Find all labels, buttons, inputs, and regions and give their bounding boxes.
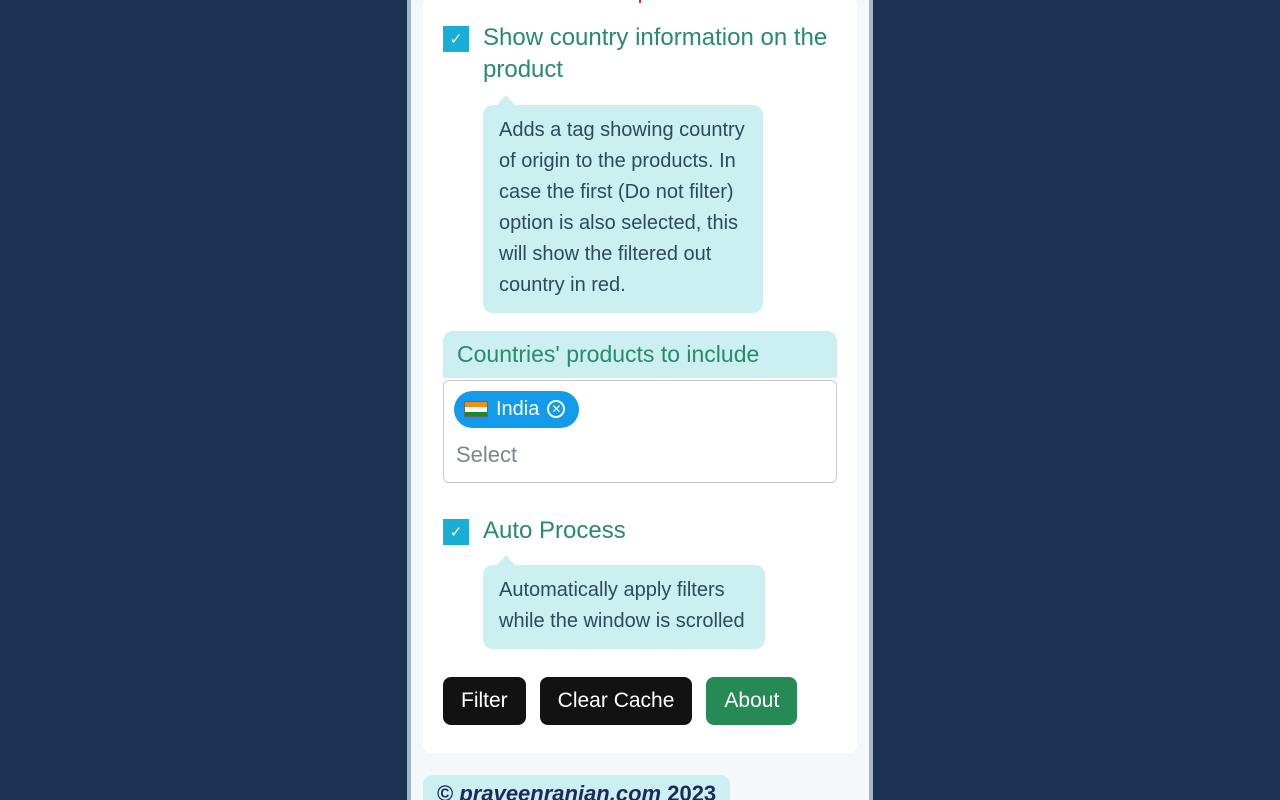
tooltip-show-country-info: Adds a tag showing country of origin to … [483, 105, 763, 313]
option-show-country-info: ✓ Show country information on the produc… [443, 22, 837, 87]
checkbox-show-country-info[interactable]: ✓ [443, 26, 469, 52]
clear-cache-button[interactable]: Clear Cache [540, 677, 693, 725]
multiselect-placeholder: Select [454, 428, 826, 478]
label-auto-process: Auto Process [483, 515, 626, 547]
checkbox-auto-process[interactable]: ✓ [443, 519, 469, 545]
option-auto-process: ✓ Auto Process [443, 515, 837, 547]
copyright-symbol: © [437, 781, 453, 800]
footer: © praveenranjan.com 2023 [423, 775, 730, 800]
label-show-country-info: Show country information on the product [483, 22, 837, 87]
app-frame: ✓ Show country information on the produc… [407, 0, 873, 800]
country-chip-india[interactable]: India ✕ [454, 391, 579, 428]
flag-india-icon [464, 401, 488, 417]
check-icon: ✓ [450, 30, 463, 48]
about-button[interactable]: About [706, 677, 797, 725]
footer-link[interactable]: praveenranjan.com [459, 781, 661, 800]
country-multiselect[interactable]: India ✕ Select [443, 380, 837, 483]
button-row: Filter Clear Cache About [443, 677, 837, 725]
settings-card: ✓ Show country information on the produc… [423, 0, 857, 753]
filter-button[interactable]: Filter [443, 677, 526, 725]
tooltip-auto-process: Automatically apply filters while the wi… [483, 565, 765, 649]
footer-year: 2023 [667, 781, 716, 800]
include-section-header: Countries' products to include [443, 331, 837, 378]
top-marker [639, 0, 641, 3]
app-inner: ✓ Show country information on the produc… [411, 0, 869, 800]
chip-label: India [496, 398, 539, 421]
check-icon: ✓ [450, 523, 463, 541]
remove-chip-icon[interactable]: ✕ [547, 400, 565, 418]
